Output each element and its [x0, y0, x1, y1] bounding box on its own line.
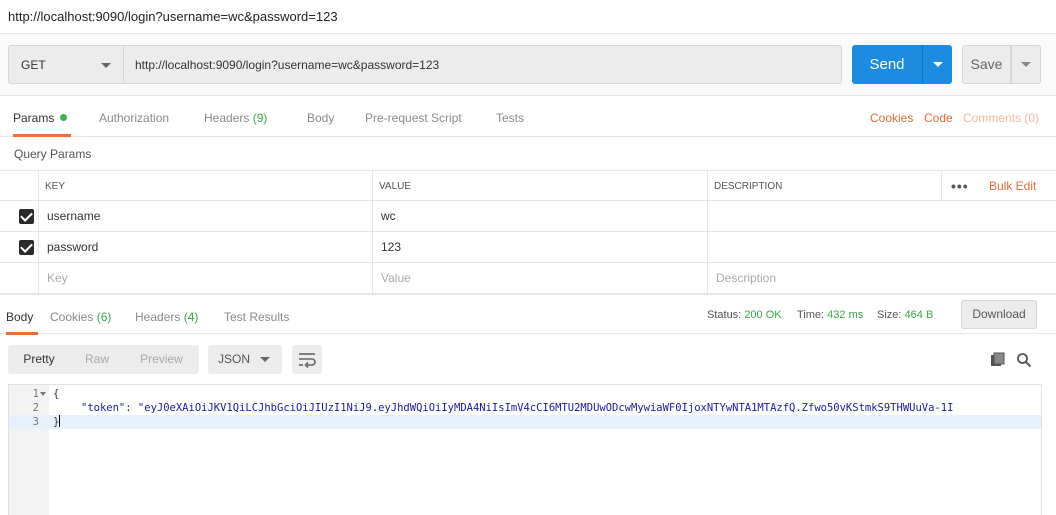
param-description[interactable]: [707, 232, 1056, 262]
new-description-input[interactable]: Description: [707, 263, 1056, 293]
format-label: JSON: [218, 352, 251, 366]
search-icon[interactable]: [1016, 352, 1032, 371]
comments-link[interactable]: Comments (0): [963, 96, 1039, 137]
code-link[interactable]: Code: [924, 96, 953, 137]
download-button[interactable]: Download: [961, 300, 1037, 329]
tab-response-cookies[interactable]: Cookies (6): [50, 295, 111, 335]
status-value: 200 OK: [744, 309, 782, 321]
save-button[interactable]: Save: [962, 45, 1011, 84]
code-line: 2 "token": "eyJ0eXAiOiJKV1QiLCJhbGciOiJI…: [9, 401, 1041, 415]
json-separator: :: [125, 402, 138, 414]
json-value: "eyJ0eXAiOiJKV1QiLCJhbGciOiJIUzI1NiJ9.ey…: [137, 402, 954, 414]
chevron-down-icon: [101, 63, 111, 68]
cookies-link[interactable]: Cookies: [870, 96, 913, 137]
preview-button[interactable]: Preview: [124, 345, 199, 374]
cookies-count: (6): [96, 310, 112, 324]
format-select[interactable]: JSON: [208, 345, 282, 374]
code-text: {: [53, 388, 60, 400]
url-input[interactable]: http://localhost:9090/login?username=wc&…: [124, 45, 842, 84]
response-tabs: Body Cookies (6) Headers (4) Test Result…: [0, 294, 1056, 335]
tab-params[interactable]: Params: [13, 96, 71, 137]
tab-body[interactable]: Body: [307, 96, 334, 137]
param-key[interactable]: username: [38, 201, 372, 231]
response-headers-count: (4): [183, 310, 199, 324]
request-title: http://localhost:9090/login?username=wc&…: [0, 0, 1056, 34]
code-text: }: [53, 415, 61, 428]
column-value: VALUE: [372, 171, 707, 200]
column-description: DESCRIPTION: [707, 171, 941, 200]
tab-tests[interactable]: Tests: [496, 96, 524, 137]
status-readout: Status: 200 OK: [707, 309, 782, 321]
code-line-active: 3 }: [9, 415, 1041, 429]
tab-pre-request-script[interactable]: Pre-request Script: [365, 96, 462, 137]
response-toolbar: Pretty Raw Preview JSON: [0, 334, 1056, 384]
param-key[interactable]: password: [38, 232, 372, 262]
new-value-input[interactable]: Value: [372, 263, 707, 293]
table-header-row: KEY VALUE DESCRIPTION ••• Bulk Edit: [0, 170, 1056, 201]
line-number: 1: [32, 388, 39, 400]
fold-chevron-icon[interactable]: [40, 392, 46, 396]
view-mode-group: Pretty Raw Preview: [8, 345, 199, 374]
time-value: 432 ms: [827, 309, 864, 321]
more-options-icon[interactable]: •••: [951, 171, 969, 202]
tab-authorization[interactable]: Authorization: [99, 96, 169, 137]
raw-button[interactable]: Raw: [70, 345, 124, 374]
table-row: username wc: [0, 201, 1056, 232]
param-description[interactable]: [707, 201, 1056, 231]
send-options-chevron-icon[interactable]: [922, 45, 952, 84]
headers-count: (9): [252, 111, 268, 125]
row-checkbox-username[interactable]: [19, 209, 34, 224]
response-body-editor[interactable]: 1 { 2 "token": "eyJ0eXAiOiJKV1QiLCJhbGci…: [8, 384, 1042, 515]
row-checkbox-password[interactable]: [19, 240, 34, 255]
request-bar: GET http://localhost:9090/login?username…: [0, 34, 1056, 96]
line-number: 2: [32, 402, 39, 414]
method-select[interactable]: GET: [8, 45, 124, 84]
tab-response-body[interactable]: Body: [6, 295, 38, 335]
save-options-chevron-icon[interactable]: [1011, 45, 1041, 84]
wrap-lines-button[interactable]: [292, 345, 322, 374]
table-row: password 123: [0, 232, 1056, 263]
text-cursor: [59, 415, 61, 427]
method-label: GET: [21, 58, 46, 72]
code-line: 1 {: [9, 387, 1041, 401]
tab-headers[interactable]: Headers (9): [204, 96, 267, 137]
bulk-edit-link[interactable]: Bulk Edit: [989, 171, 1036, 202]
request-tabs: Params Authorization Headers (9) Body Pr…: [0, 96, 1056, 137]
table-row-new: Key Value Description: [0, 263, 1056, 294]
code-text: "token": "eyJ0eXAiOiJKV1QiLCJhbGciOiJIUz…: [81, 401, 953, 415]
wrap-icon: [299, 353, 316, 369]
line-number: 3: [32, 416, 39, 428]
query-params-label: Query Params: [14, 147, 92, 161]
copy-icon[interactable]: [990, 352, 1006, 371]
time-readout: Time: 432 ms: [797, 309, 864, 321]
size-value: 464 B: [904, 309, 934, 321]
pretty-button[interactable]: Pretty: [8, 345, 70, 374]
param-value[interactable]: 123: [372, 232, 707, 262]
chevron-down-icon: [260, 357, 270, 362]
new-key-input[interactable]: Key: [38, 263, 372, 293]
tab-response-headers[interactable]: Headers (4): [135, 295, 198, 335]
json-key: "token": [81, 402, 126, 414]
params-active-dot-icon: [60, 114, 68, 121]
column-key: KEY: [38, 171, 372, 200]
send-button[interactable]: Send: [852, 45, 922, 84]
tab-test-results[interactable]: Test Results: [224, 295, 289, 335]
size-readout: Size: 464 B: [877, 309, 934, 321]
param-value[interactable]: wc: [372, 201, 707, 231]
